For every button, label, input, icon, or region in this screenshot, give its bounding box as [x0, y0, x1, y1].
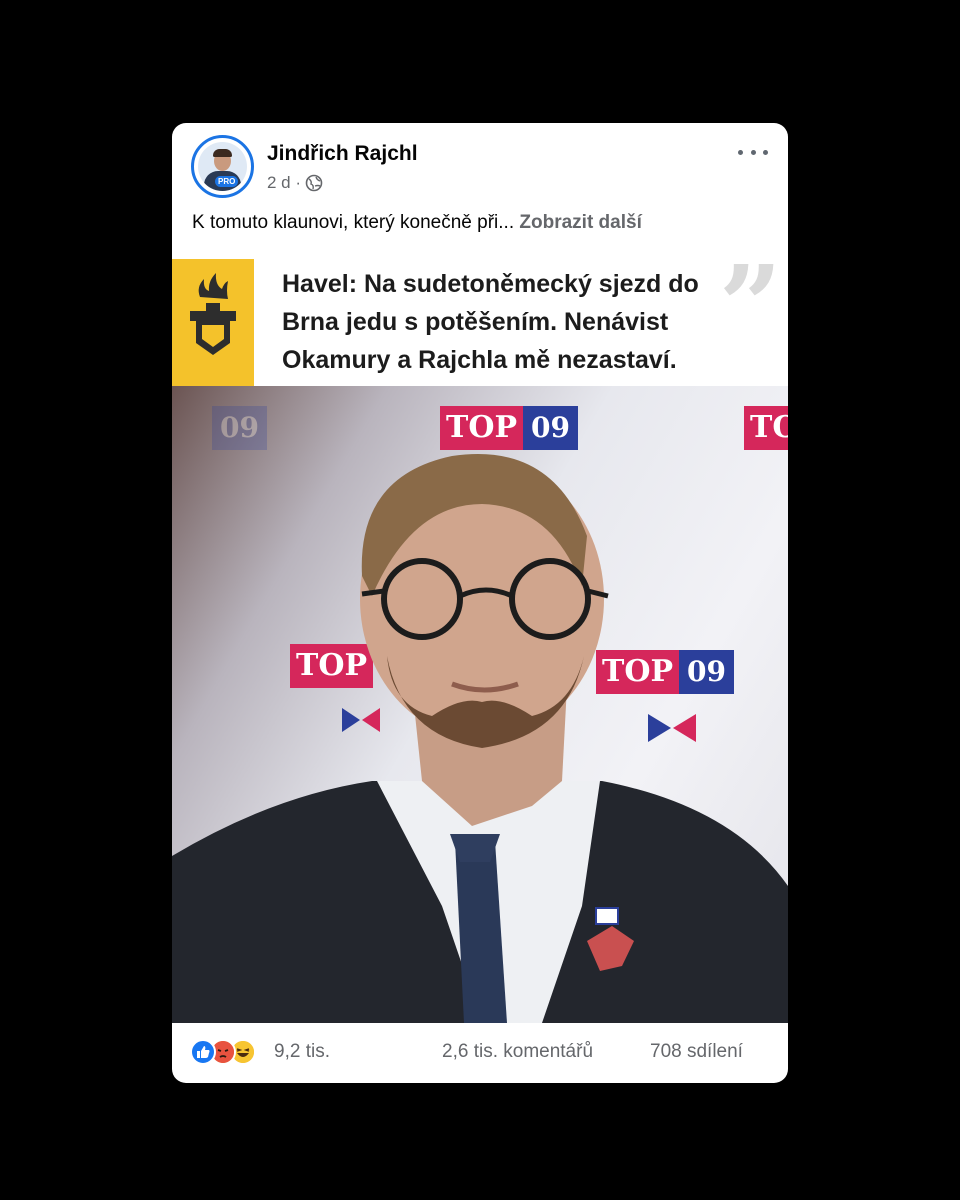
avatar-photo: PRO [198, 142, 247, 191]
post-text-body: K tomuto klaunovi, který konečně při... [192, 212, 515, 233]
author-name[interactable]: Jindřich Rajchl [267, 142, 418, 166]
post-image[interactable]: Havel: Na sudetoněmecký sjezd do Brna je… [172, 259, 788, 1023]
post-header: PRO Jindřich Rajchl 2 d · [172, 123, 788, 203]
post-time[interactable]: 2 d [267, 173, 291, 193]
headline-text: Havel: Na sudetoněmecký sjezd do Brna je… [282, 270, 699, 374]
headline-banner: Havel: Na sudetoněmecký sjezd do Brna je… [172, 259, 788, 386]
comments-count[interactable]: 2,6 tis. komentářů [442, 1041, 593, 1063]
see-more-link[interactable]: Zobrazit další [519, 212, 641, 233]
shares-count[interactable]: 708 sdílení [650, 1041, 743, 1063]
flame-helmet-icon [190, 273, 236, 355]
separator-dot: · [290, 173, 302, 192]
post-meta: 2 d · [267, 173, 323, 193]
reaction-icons[interactable] [190, 1039, 270, 1067]
globe-icon [305, 174, 323, 192]
post-text: K tomuto klaunovi, který konečně při... … [192, 212, 642, 234]
person-illustration [172, 453, 788, 1023]
quote-mark-icon: ” [718, 259, 782, 370]
avatar[interactable]: PRO [191, 135, 254, 198]
brand-logo [172, 259, 254, 386]
politician-photo: TOP09 TOP 09 TOP TOP09 TOP [172, 386, 788, 1023]
like-icon [190, 1039, 216, 1065]
more-options-icon[interactable] [738, 143, 768, 161]
avatar-badge: PRO [215, 176, 239, 187]
reaction-count[interactable]: 9,2 tis. [274, 1041, 330, 1063]
post-card: PRO Jindřich Rajchl 2 d · K tomuto klaun… [172, 123, 788, 1083]
reactions-bar: 9,2 tis. 2,6 tis. komentářů 708 sdílení [172, 1023, 788, 1083]
